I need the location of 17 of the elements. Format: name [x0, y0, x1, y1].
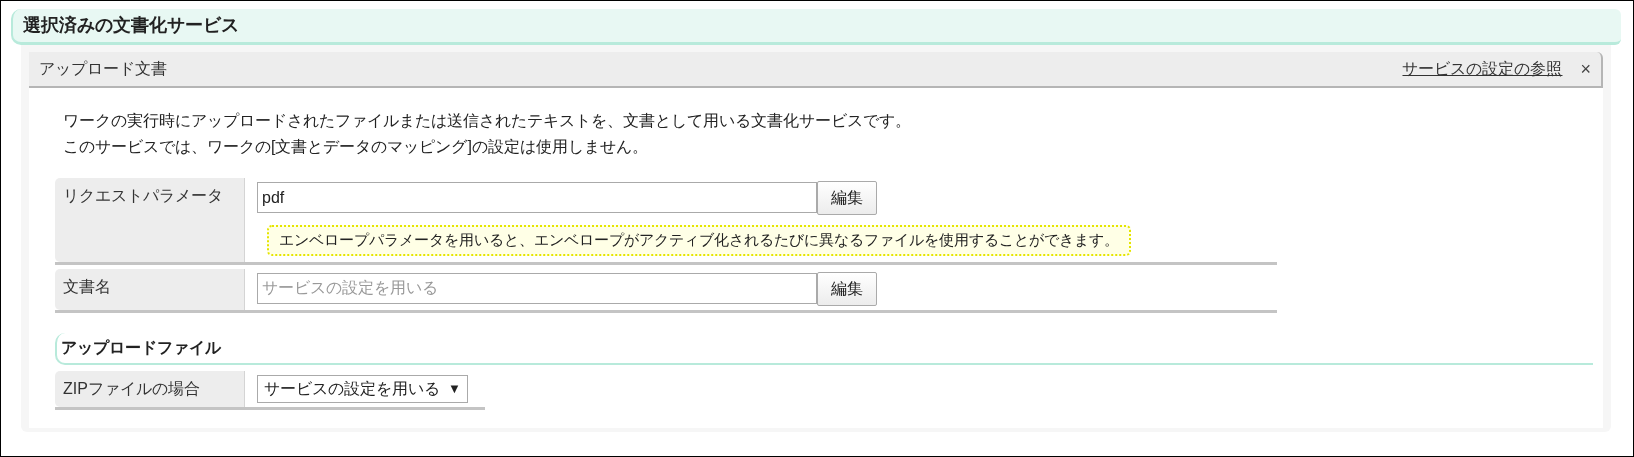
field-label: ZIPファイルの場合 [55, 370, 245, 407]
description-text: このサービスでは、ワークの[文書とデータのマッピング]の設定は使用しません。 [63, 137, 649, 157]
settings-link[interactable]: サービスの設定の参照 [1402, 57, 1563, 81]
text-field[interactable]: pdf [257, 182, 817, 213]
description-text: ワークの実行時にアップロードされたファイルまたは送信されたテキストを、文書として用いる文書化サービスです。 [63, 111, 912, 131]
edit-button[interactable]: 編集 [817, 271, 877, 306]
section-title: 選択済みの文書化サービス [11, 9, 1621, 45]
panel-title: アップロード文書 [39, 59, 167, 79]
subsection-title: アップロードファイル [55, 332, 1593, 365]
dropdown-arrow-icon: ▼ [448, 378, 461, 399]
edit-button[interactable]: 編集 [817, 181, 877, 215]
select-dropdown[interactable]: サービスの設定を用いる ▼ [257, 374, 468, 403]
hint-tooltip: エンベロープパラメータを用いると、エンベロープがアクティブ化されるたびに異なるファイルを使用することができます。 [267, 225, 1131, 256]
text-field[interactable]: サービスの設定を用いる [257, 272, 817, 304]
field-label: リクエストパラメータ [55, 178, 245, 262]
close-button[interactable]: × [1580, 60, 1591, 78]
field-label: 文書名 [55, 268, 245, 310]
